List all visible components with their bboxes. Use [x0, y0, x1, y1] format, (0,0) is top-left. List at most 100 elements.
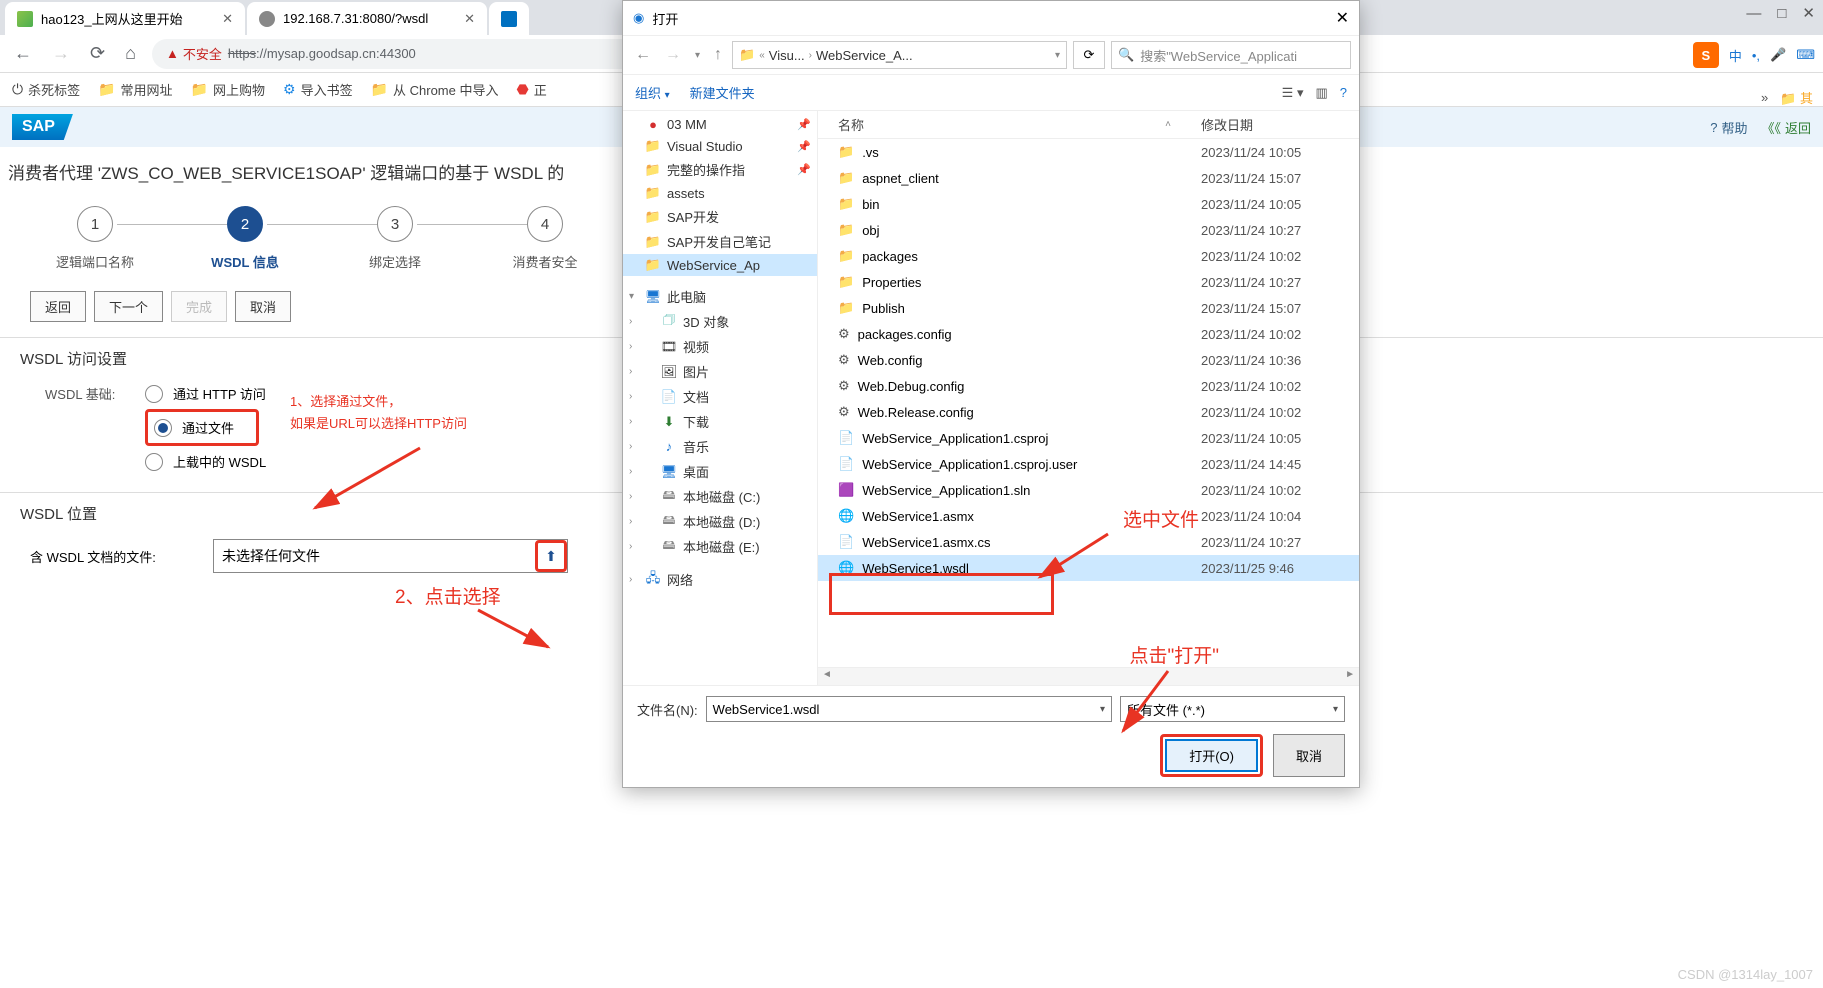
list-item[interactable]: ⚙Web.Debug.config2023/11/24 10:02 — [818, 373, 1359, 399]
sap-favicon — [501, 11, 517, 27]
help-link[interactable]: ? 帮助 — [1710, 118, 1747, 137]
upload-icon[interactable]: ⬆ — [535, 540, 567, 572]
forward-icon[interactable]: → — [48, 43, 74, 64]
tree-item: 📁assets — [623, 182, 817, 204]
organize-menu[interactable]: 组织 ▾ — [635, 83, 670, 102]
help-icon[interactable]: ? — [1340, 85, 1347, 101]
search-input[interactable]: 🔍 搜索"WebService_Applicati — [1111, 41, 1351, 69]
back-button[interactable]: 返回 — [30, 291, 86, 322]
folder-tree[interactable]: ●03 MM📌 📁Visual Studio📌 📁完整的操作指📌 📁assets… — [623, 111, 818, 685]
mic-icon[interactable]: 🎤 — [1770, 47, 1786, 63]
nav-fwd-icon[interactable]: → — [661, 46, 685, 64]
browser-tab[interactable]: hao123_上网从这里开始 ✕ — [5, 2, 245, 35]
bookmark-import[interactable]: ⚙导入书签 — [283, 80, 353, 99]
back-icon[interactable]: ← — [10, 43, 36, 64]
next-button[interactable]: 下一个 — [94, 291, 163, 322]
file-filter[interactable]: 所有文件 (*.*)▾ — [1120, 696, 1345, 722]
radio-file[interactable] — [154, 419, 172, 437]
list-item[interactable]: 📁packages2023/11/24 10:02 — [818, 243, 1359, 269]
bookmark-kill-tabs[interactable]: ⏻杀死标签 — [12, 80, 80, 99]
list-header[interactable]: 名称 ˄ 修改日期 — [818, 111, 1359, 139]
list-item[interactable]: ⚙Web.config2023/11/24 10:36 — [818, 347, 1359, 373]
refresh-icon[interactable]: ⟳ — [1073, 41, 1105, 69]
cancel-button[interactable]: 取消 — [1273, 734, 1345, 777]
tree-item: ›⬇下载 — [623, 409, 817, 434]
browser-tab[interactable]: 192.168.7.31:8080/?wsdl ✕ — [247, 2, 487, 35]
tree-item: ›🗇3D 对象 — [623, 309, 817, 334]
sap-logo: SAP — [12, 114, 73, 140]
tree-item: ›🖥桌面 — [623, 459, 817, 484]
list-item[interactable]: 📁Properties2023/11/24 10:27 — [818, 269, 1359, 295]
list-item[interactable]: 📄WebService_Application1.csproj2023/11/2… — [818, 425, 1359, 451]
sort-icon[interactable]: ˄ — [1165, 119, 1171, 130]
path-breadcrumb[interactable]: 📁 « Visu...› WebService_A... ▾ — [732, 41, 1067, 69]
open-button[interactable]: 打开(O) — [1165, 739, 1258, 772]
globe-icon — [259, 11, 275, 27]
list-item[interactable]: 📁aspnet_client2023/11/24 15:07 — [818, 165, 1359, 191]
tree-item: 📁SAP开发自己笔记 — [623, 229, 817, 254]
list-item[interactable]: 🌐WebService1.asmx2023/11/24 10:04 — [818, 503, 1359, 529]
list-item[interactable]: ⚙Web.Release.config2023/11/24 10:02 — [818, 399, 1359, 425]
bookmark-shopping[interactable]: 📁网上购物 — [191, 80, 265, 99]
wizard-step-3[interactable]: 3绑定选择 — [320, 206, 470, 271]
tab-title: 192.168.7.31:8080/?wsdl — [283, 11, 428, 26]
ime-cn[interactable]: 中 — [1729, 46, 1742, 65]
nav-up-icon[interactable]: ↑ — [710, 46, 726, 64]
list-item[interactable]: 📄WebService1.asmx.cs2023/11/24 10:27 — [818, 529, 1359, 555]
file-input[interactable]: ⬆ — [213, 539, 568, 573]
tree-item: ›🖴本地磁盘 (C:) — [623, 484, 817, 509]
close-icon[interactable]: ✕ — [1336, 8, 1349, 28]
list-item[interactable]: 📁Publish2023/11/24 15:07 — [818, 295, 1359, 321]
chevron-down-icon: ▾ — [1100, 704, 1105, 715]
folder-icon[interactable]: 📁 其 — [1780, 88, 1813, 107]
list-item[interactable]: 📄WebService_Application1.csproj.user2023… — [818, 451, 1359, 477]
list-item[interactable]: 📁obj2023/11/24 10:27 — [818, 217, 1359, 243]
favicon-hao123 — [17, 11, 33, 27]
wizard-step-1[interactable]: 1逻辑端口名称 — [20, 206, 170, 271]
tree-item: ›🖴本地磁盘 (E:) — [623, 534, 817, 559]
chevron-down-icon[interactable]: ▾ — [1055, 50, 1060, 61]
ime-toolbar: S 中 •, 🎤 ⌨ — [1693, 42, 1815, 68]
wizard-step-4[interactable]: 4消费者安全 — [470, 206, 620, 271]
filename-input[interactable]: WebService1.wsdl▾ — [706, 696, 1112, 722]
bookmark-chrome-import[interactable]: 📁从 Chrome 中导入 — [371, 80, 499, 99]
close-icon[interactable]: ✕ — [464, 11, 475, 27]
view-icon[interactable]: ☰ ▾ — [1282, 85, 1304, 101]
pin-icon: 📌 — [797, 118, 811, 131]
sogou-icon[interactable]: S — [1693, 42, 1719, 68]
close-icon[interactable]: ✕ — [222, 11, 233, 27]
horizontal-scrollbar[interactable] — [818, 667, 1359, 685]
tree-item-pc: ▾🖥此电脑 — [623, 284, 817, 309]
close-icon[interactable]: ✕ — [1802, 4, 1815, 22]
filename-label: 文件名(N): — [637, 700, 698, 719]
file-open-dialog: ◉ 打开 ✕ ← → ▾ ↑ 📁 « Visu...› WebService_A… — [622, 0, 1360, 788]
maximize-icon[interactable]: □ — [1777, 5, 1786, 22]
list-item[interactable]: 🟪WebService_Application1.sln2023/11/24 1… — [818, 477, 1359, 503]
keyboard-icon[interactable]: ⌨ — [1796, 47, 1815, 63]
wizard-step-2[interactable]: 2WSDL 信息 — [170, 206, 320, 271]
minimize-icon[interactable]: — — [1746, 5, 1761, 22]
cancel-button[interactable]: 取消 — [235, 291, 291, 322]
list-item[interactable]: 📁bin2023/11/24 10:05 — [818, 191, 1359, 217]
chevron-right-icon[interactable]: » — [1761, 90, 1768, 105]
radio-upload[interactable] — [145, 453, 163, 471]
list-item[interactable]: 📁.vs2023/11/24 10:05 — [818, 139, 1359, 165]
bookmark-shield[interactable]: ⬣正 — [516, 80, 546, 99]
arrow-icon — [468, 602, 568, 662]
bookmark-common[interactable]: 📁常用网址 — [98, 80, 172, 99]
pin-icon: 📌 — [797, 140, 811, 153]
pin-icon: 📌 — [797, 163, 811, 176]
browser-tab-partial[interactable] — [489, 2, 529, 35]
file-text[interactable] — [214, 548, 535, 564]
list-item[interactable]: ⚙packages.config2023/11/24 10:02 — [818, 321, 1359, 347]
dialog-footer: 文件名(N): WebService1.wsdl▾ 所有文件 (*.*)▾ 打开… — [623, 685, 1359, 787]
chevron-down-icon[interactable]: ▾ — [691, 50, 704, 61]
ime-punct-icon[interactable]: •, — [1752, 48, 1760, 63]
new-folder-button[interactable]: 新建文件夹 — [690, 83, 755, 102]
home-icon[interactable]: ⌂ — [121, 43, 140, 64]
radio-http[interactable] — [145, 385, 163, 403]
nav-back-icon[interactable]: ← — [631, 46, 655, 64]
back-link[interactable]: 《《 返回 — [1761, 118, 1811, 137]
reload-icon[interactable]: ⟳ — [86, 43, 109, 64]
preview-icon[interactable]: ▥ — [1315, 85, 1327, 101]
